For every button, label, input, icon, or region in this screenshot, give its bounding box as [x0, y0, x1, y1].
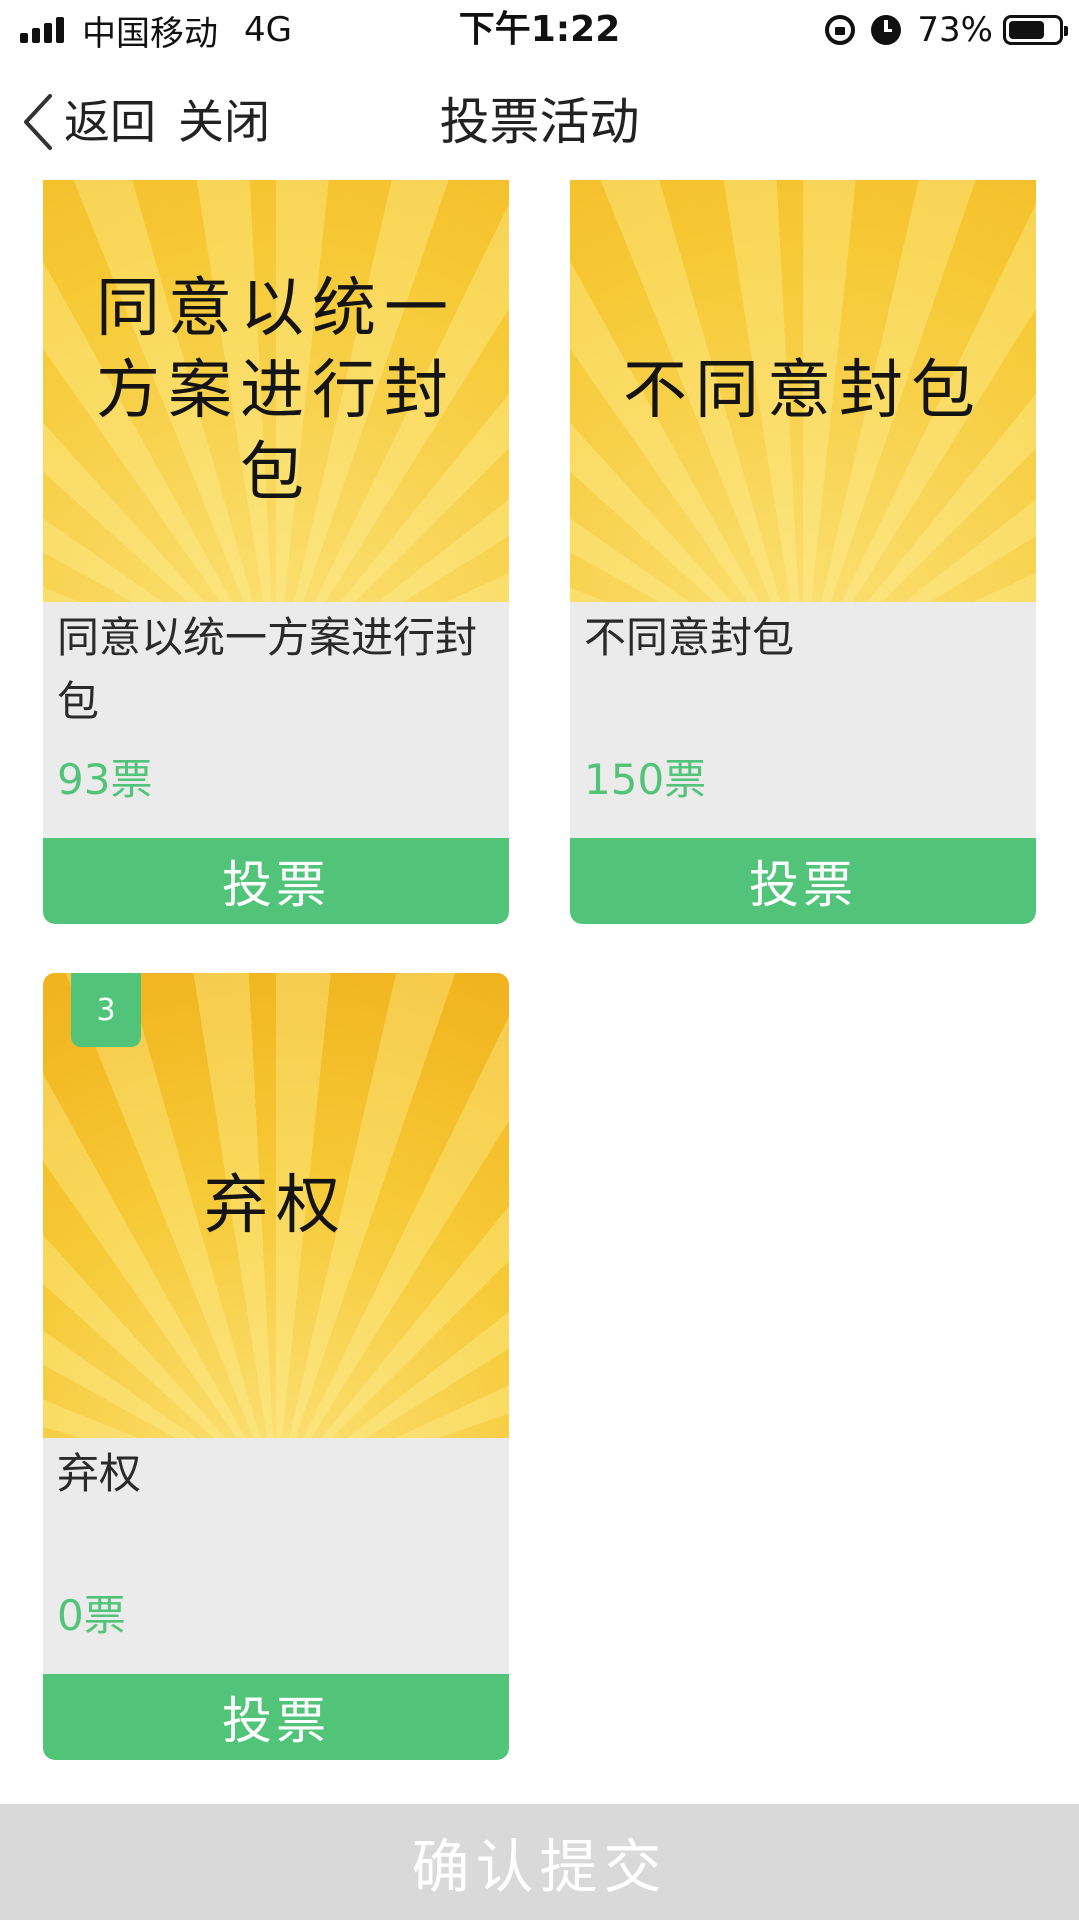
vote-button[interactable]: 投票 [43, 838, 509, 924]
candidate-image-caption: 同意以统一方案进行封包 [96, 272, 456, 510]
battery-icon [1003, 15, 1068, 45]
vote-button[interactable]: 投票 [43, 1674, 509, 1760]
candidate-image[interactable]: 1 同意以统一方案进行封包 [43, 180, 509, 602]
candidate-vote-count: 93票 [57, 755, 153, 804]
candidate-name: 不同意封包 [584, 613, 795, 662]
candidate-info: 弃权 0票 [43, 1438, 509, 1674]
candidate-info: 不同意封包 150票 [570, 602, 1036, 838]
candidate-vote-count: 0票 [57, 1591, 126, 1640]
candidate-vote-count: 150票 [584, 755, 707, 804]
candidate-image-caption: 不同意封包 [623, 354, 983, 428]
rotation-lock-icon [825, 15, 856, 45]
status-bar: 中国移动 4G 下午1:22 73% [0, 0, 1079, 62]
confirm-submit-button[interactable]: 确认提交 [0, 1804, 1079, 1920]
candidate-card-2: 2 不同意封包 不同意封包 150票 投票 [570, 180, 1036, 924]
vote-button[interactable]: 投票 [570, 838, 1036, 924]
status-right: 73% [825, 8, 1068, 52]
battery-percent: 73% [917, 10, 993, 50]
alarm-icon [871, 15, 902, 45]
candidate-card-3: 3 弃权 弃权 0票 投票 [43, 973, 509, 1760]
candidate-image[interactable]: 3 弃权 [43, 973, 509, 1438]
candidate-image-caption: 弃权 [204, 1168, 348, 1243]
nav-bar: 返回 关闭 投票活动 [0, 62, 1079, 180]
candidate-card-1: 1 同意以统一方案进行封包 同意以统一方案进行封包 93票 投票 [43, 180, 509, 924]
candidate-name: 同意以统一方案进行封包 [57, 613, 478, 726]
candidate-name: 弃权 [57, 1449, 142, 1498]
candidate-list[interactable]: 1 同意以统一方案进行封包 同意以统一方案进行封包 93票 投票 2 不同意封包… [0, 180, 1079, 1804]
candidate-info: 同意以统一方案进行封包 93票 [43, 602, 509, 838]
candidate-image[interactable]: 2 不同意封包 [570, 180, 1036, 602]
page-title: 投票活动 [439, 93, 640, 151]
